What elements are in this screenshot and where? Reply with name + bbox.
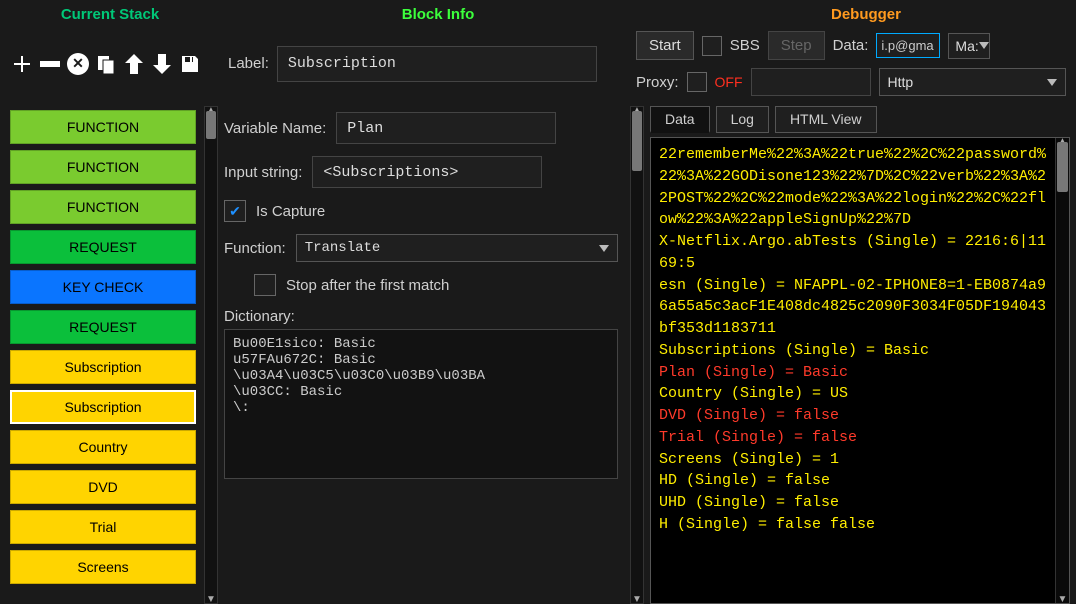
plus-icon[interactable] (10, 52, 34, 76)
tab-html[interactable]: HTML View (775, 106, 877, 133)
step-button[interactable]: Step (768, 31, 825, 60)
stack-toolbar: ✕ (10, 52, 220, 76)
debugger-tabs: Data Log HTML View (650, 106, 1070, 133)
chevron-down-icon (979, 42, 989, 49)
up-icon[interactable] (122, 52, 146, 76)
data-label: Data: (833, 37, 869, 54)
proxy-checkbox[interactable] (687, 72, 707, 92)
proxy-label: Proxy: (636, 74, 679, 91)
down-icon[interactable] (150, 52, 174, 76)
console-line: DVD (Single) = false (659, 405, 1051, 427)
minus-icon[interactable] (38, 52, 62, 76)
console-line: esn (Single) = NFAPPL-02-IPHONE8=1-EB087… (659, 275, 1051, 340)
stack-scrollbar[interactable]: ▲ ▼ (204, 106, 218, 604)
stack-block[interactable]: FUNCTION (10, 110, 196, 144)
scroll-thumb[interactable] (632, 111, 642, 171)
stack-block[interactable]: Screens (10, 550, 196, 584)
stack-block[interactable]: Subscription (10, 390, 196, 424)
header-debugger: Debugger (656, 6, 1076, 23)
sbs-label: SBS (730, 37, 760, 54)
proxy-type-label: Http (888, 74, 914, 90)
header-stack: Current Stack (0, 6, 220, 23)
scroll-thumb[interactable] (1057, 142, 1068, 192)
function-value: Translate (305, 240, 381, 256)
console-line: Trial (Single) = false (659, 427, 1051, 449)
scroll-down-icon[interactable]: ▼ (205, 594, 217, 604)
stack-block[interactable]: FUNCTION (10, 190, 196, 224)
mask-label: Ma: (955, 38, 978, 54)
chevron-down-icon (1047, 79, 1057, 86)
label-input[interactable] (277, 46, 597, 82)
scroll-thumb[interactable] (206, 111, 216, 139)
save-icon[interactable] (178, 52, 202, 76)
stack-block[interactable]: Trial (10, 510, 196, 544)
stack-block[interactable]: FUNCTION (10, 150, 196, 184)
console-line: Subscriptions (Single) = Basic (659, 340, 1051, 362)
console-line: X-Netflix.Argo.abTests (Single) = 2216:6… (659, 231, 1051, 275)
stack-block[interactable]: REQUEST (10, 230, 196, 264)
function-label: Function: (224, 240, 286, 257)
dictionary-textarea[interactable]: Bu00E1sico: Basic u57FAu672C: Basic \u03… (224, 329, 618, 479)
dictionary-label: Dictionary: (224, 308, 618, 325)
duplicate-icon[interactable] (94, 52, 118, 76)
header-info: Block Info (220, 6, 656, 23)
input-string-label: Input string: (224, 164, 302, 181)
proxy-state: OFF (715, 74, 743, 90)
stack-block[interactable]: KEY CHECK (10, 270, 196, 304)
console-line: Country (Single) = US (659, 383, 1051, 405)
stack-block[interactable]: REQUEST (10, 310, 196, 344)
function-select[interactable]: Translate (296, 234, 618, 262)
var-name-input[interactable] (336, 112, 556, 144)
scroll-down-icon[interactable]: ▼ (631, 594, 643, 604)
delete-icon[interactable]: ✕ (66, 52, 90, 76)
chevron-down-icon (599, 245, 609, 252)
stop-first-label: Stop after the first match (286, 277, 449, 294)
console-line: Plan (Single) = Basic (659, 362, 1051, 384)
console-line: H (Single) = false false (659, 514, 1051, 536)
info-scrollbar[interactable]: ▲ ▼ (630, 106, 644, 604)
proxy-type-select[interactable]: Http (879, 68, 1066, 96)
is-capture-label: Is Capture (256, 203, 325, 220)
block-info-panel: Variable Name: Input string: Is Capture … (224, 106, 626, 604)
sbs-checkbox[interactable] (702, 36, 722, 56)
console-line: HD (Single) = false (659, 470, 1051, 492)
var-name-label: Variable Name: (224, 120, 326, 137)
stack-list: FUNCTION FUNCTION FUNCTION REQUEST KEY CHECK… (6, 106, 200, 604)
console-line: UHD (Single) = false (659, 492, 1051, 514)
label-label: Label: (228, 55, 269, 72)
stop-first-checkbox[interactable] (254, 274, 276, 296)
mask-select[interactable]: Ma: (948, 33, 990, 59)
tab-data[interactable]: Data (650, 106, 710, 133)
stack-block[interactable]: DVD (10, 470, 196, 504)
stack-block[interactable]: Subscription (10, 350, 196, 384)
console-output: 22rememberMe%22%3A%22true%22%2C%22passwo… (651, 138, 1055, 603)
console-line: 22rememberMe%22%3A%22true%22%2C%22passwo… (659, 144, 1051, 231)
console-scrollbar[interactable]: ▲ ▼ (1055, 138, 1069, 603)
is-capture-checkbox[interactable] (224, 200, 246, 222)
proxy-input[interactable] (751, 68, 871, 96)
tab-log[interactable]: Log (716, 106, 769, 133)
start-button[interactable]: Start (636, 31, 694, 60)
input-string-input[interactable] (312, 156, 542, 188)
stack-block[interactable]: Country (10, 430, 196, 464)
data-input[interactable]: i.p@gma (876, 33, 940, 58)
console-line: Screens (Single) = 1 (659, 449, 1051, 471)
scroll-down-icon[interactable]: ▼ (1056, 594, 1069, 604)
